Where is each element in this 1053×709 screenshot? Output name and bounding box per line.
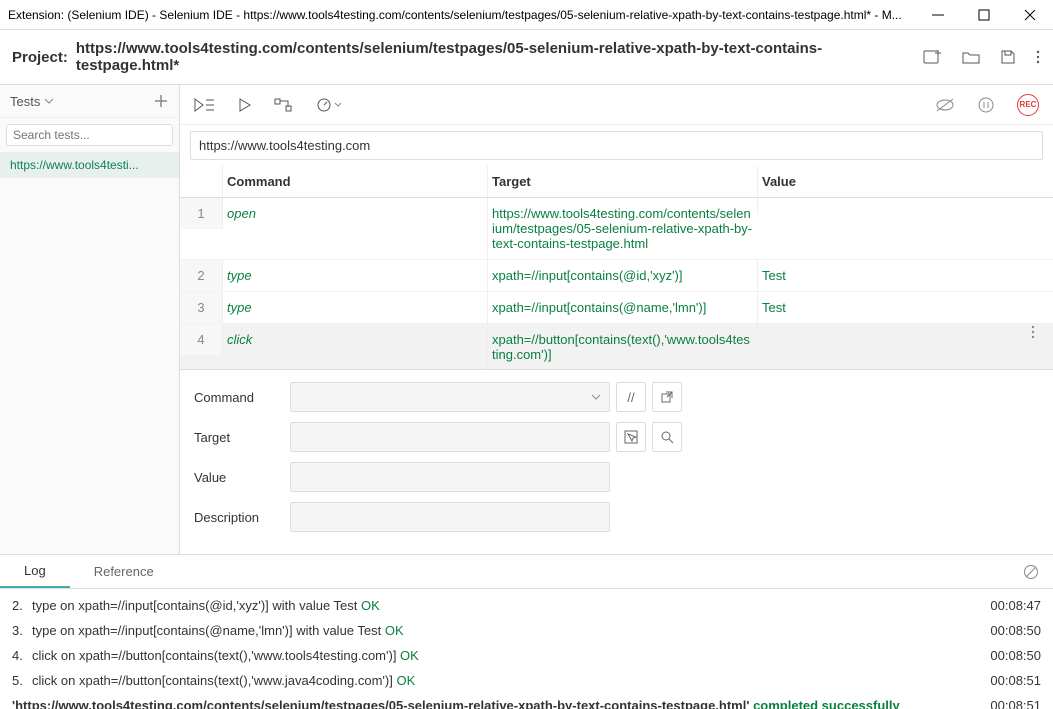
tests-dropdown[interactable]: Tests bbox=[10, 94, 54, 109]
row-command: type bbox=[222, 260, 487, 291]
minimize-button[interactable] bbox=[915, 0, 961, 30]
row-command: click bbox=[222, 324, 487, 355]
select-target-button[interactable] bbox=[616, 422, 646, 452]
row-value bbox=[757, 198, 1013, 214]
row-command: open bbox=[222, 198, 487, 229]
tests-label: Tests bbox=[10, 94, 40, 109]
project-bar: Project: https://www.tools4testing.com/c… bbox=[0, 30, 1053, 84]
log-summary: 'https://www.tools4testing.com/contents/… bbox=[10, 693, 1043, 709]
row-target: xpath=//input[contains(@id,'xyz')] bbox=[487, 260, 757, 291]
test-toolbar: REC bbox=[180, 85, 1053, 125]
form-value-input[interactable] bbox=[290, 462, 610, 492]
chevron-down-icon bbox=[44, 96, 54, 106]
row-target: xpath=//input[contains(@name,'lmn')] bbox=[487, 292, 757, 323]
open-project-icon[interactable] bbox=[961, 48, 981, 66]
row-index: 2 bbox=[180, 260, 222, 291]
form-command-input[interactable] bbox=[290, 382, 610, 412]
form-description-input[interactable] bbox=[290, 502, 610, 532]
chevron-down-icon bbox=[334, 101, 342, 109]
test-list-item[interactable]: https://www.tools4testi... bbox=[0, 152, 179, 178]
base-url-input[interactable] bbox=[190, 131, 1043, 160]
run-all-button[interactable] bbox=[194, 97, 216, 113]
header-value: Value bbox=[757, 166, 1013, 197]
form-target-input[interactable] bbox=[290, 422, 610, 452]
tab-reference[interactable]: Reference bbox=[70, 556, 178, 587]
tests-sidebar: Tests https://www.tools4testi... bbox=[0, 85, 180, 554]
toggle-command-button[interactable]: // bbox=[616, 382, 646, 412]
form-command-label: Command bbox=[194, 390, 290, 405]
more-icon[interactable] bbox=[1035, 48, 1041, 66]
row-value: Test bbox=[757, 260, 1013, 291]
pause-on-exception-icon[interactable] bbox=[977, 96, 995, 114]
row-command: type bbox=[222, 292, 487, 323]
disable-breakpoints-icon[interactable] bbox=[935, 97, 955, 113]
row-value bbox=[757, 324, 1013, 340]
row-index: 4 bbox=[180, 324, 222, 355]
command-row[interactable]: 3typexpath=//input[contains(@name,'lmn')… bbox=[180, 292, 1053, 324]
log-entry: 4.click on xpath=//button[contains(text(… bbox=[10, 643, 1043, 668]
row-index: 3 bbox=[180, 292, 222, 323]
search-input[interactable] bbox=[13, 128, 168, 142]
header-command: Command bbox=[222, 166, 487, 197]
window-controls bbox=[915, 0, 1053, 30]
form-target-label: Target bbox=[194, 430, 290, 445]
new-project-icon[interactable] bbox=[923, 48, 943, 66]
form-value-label: Value bbox=[194, 470, 290, 485]
row-target: xpath=//button[contains(text(),'www.tool… bbox=[487, 324, 757, 369]
run-button[interactable] bbox=[238, 97, 252, 113]
project-name[interactable]: https://www.tools4testing.com/contents/s… bbox=[76, 40, 915, 74]
close-button[interactable] bbox=[1007, 0, 1053, 30]
command-grid-header: Command Target Value bbox=[180, 166, 1053, 198]
command-row[interactable]: 1openhttps://www.tools4testing.com/conte… bbox=[180, 198, 1053, 260]
command-grid[interactable]: 1openhttps://www.tools4testing.com/conte… bbox=[180, 198, 1053, 369]
window-title: Extension: (Selenium IDE) - Selenium IDE… bbox=[8, 8, 902, 22]
chevron-down-icon bbox=[591, 392, 601, 402]
record-button[interactable]: REC bbox=[1017, 94, 1039, 116]
row-value: Test bbox=[757, 292, 1013, 323]
log-entry: 2.type on xpath=//input[contains(@id,'xy… bbox=[10, 593, 1043, 618]
row-index: 1 bbox=[180, 198, 222, 229]
add-test-button[interactable] bbox=[153, 93, 169, 109]
row-target: https://www.tools4testing.com/contents/s… bbox=[487, 198, 757, 259]
open-new-window-button[interactable] bbox=[652, 382, 682, 412]
search-tests[interactable] bbox=[6, 124, 173, 146]
command-row[interactable]: 2typexpath=//input[contains(@id,'xyz')]T… bbox=[180, 260, 1053, 292]
find-target-button[interactable] bbox=[652, 422, 682, 452]
row-menu-button[interactable] bbox=[1013, 324, 1053, 340]
command-form: Command // Target Value Description bbox=[180, 369, 1053, 554]
form-description-label: Description bbox=[194, 510, 290, 525]
clear-log-button[interactable] bbox=[1009, 556, 1053, 588]
speed-button[interactable] bbox=[316, 97, 342, 113]
project-label: Project: bbox=[12, 49, 68, 66]
log-entry: 3.type on xpath=//input[contains(@name,'… bbox=[10, 618, 1043, 643]
title-bar: Extension: (Selenium IDE) - Selenium IDE… bbox=[0, 0, 1053, 30]
log-entry: 5.click on xpath=//button[contains(text(… bbox=[10, 668, 1043, 693]
log-panel[interactable]: 2.type on xpath=//input[contains(@id,'xy… bbox=[0, 589, 1053, 709]
save-project-icon[interactable] bbox=[999, 48, 1017, 66]
header-target: Target bbox=[487, 166, 757, 197]
tab-log[interactable]: Log bbox=[0, 555, 70, 588]
maximize-button[interactable] bbox=[961, 0, 1007, 30]
step-button[interactable] bbox=[274, 97, 294, 113]
command-row[interactable]: 4clickxpath=//button[contains(text(),'ww… bbox=[180, 324, 1053, 369]
bottom-tabs: Log Reference bbox=[0, 555, 1053, 589]
